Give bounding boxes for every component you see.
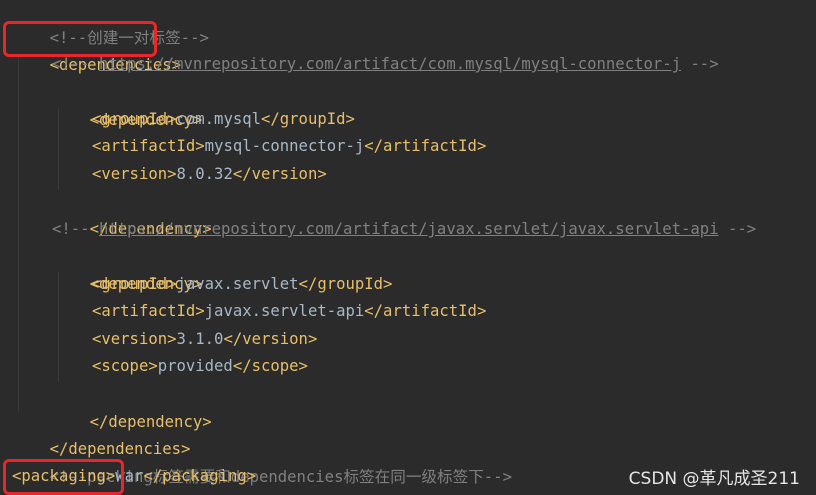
highlight-box-packaging — [3, 459, 124, 495]
xml-value: mysql-connector-j — [204, 137, 365, 155]
xml-tag-open: <groupId> — [92, 275, 177, 293]
xml-tag-close: </version> — [232, 165, 327, 183]
code-line-7: <version>8.0.32</version> — [92, 161, 327, 189]
xml-comment-suffix: --> — [718, 220, 757, 238]
highlight-box-dependencies — [3, 21, 157, 57]
xml-tag-close: </artifactId> — [364, 302, 487, 320]
code-line-16: </dependencies> — [12, 408, 191, 458]
url-link[interactable]: https://mvnrepository.com/artifact/javax… — [99, 220, 719, 238]
code-line-4: <dependency> — [52, 79, 203, 129]
watermark: CSDN @革凡成圣211 — [628, 469, 800, 489]
xml-tag-open: <artifactId> — [92, 137, 205, 155]
xml-tag-open: <artifactId> — [92, 302, 205, 320]
xml-tag-close: </scope> — [232, 357, 308, 375]
code-line-15: </dependency> — [52, 381, 212, 431]
code-line-12: <artifactId>javax.servlet-api</artifactI… — [92, 298, 486, 326]
code-line-8: </dependency> — [52, 188, 212, 238]
xml-value: javax.servlet — [176, 275, 299, 293]
code-line-11: <groupId>javax.servlet</groupId> — [92, 271, 392, 299]
xml-tag-close: </packaging> — [143, 467, 257, 485]
code-line-9: <!-- https://mvnrepository.com/artifact/… — [52, 216, 756, 244]
xml-comment-prefix: <!-- — [52, 55, 99, 73]
url-link[interactable]: https://mvnrepository.com/artifact/com.m… — [99, 55, 681, 73]
xml-tag-close: </groupId> — [298, 275, 393, 293]
xml-value: javax.servlet-api — [204, 302, 365, 320]
code-line-6: <artifactId>mysql-connector-j</artifactI… — [92, 133, 486, 161]
xml-tag-open: <scope> — [92, 357, 158, 375]
code-line-10: <dependency> — [52, 243, 203, 293]
indent-guide — [18, 54, 19, 412]
xml-value: 3.1.0 — [176, 330, 224, 348]
xml-tag-open: <groupId> — [92, 110, 177, 128]
xml-value: com.mysql — [176, 110, 262, 128]
code-line-14: <scope>provided</scope> — [92, 353, 308, 381]
xml-comment-suffix: --> — [681, 55, 719, 73]
xml-value: 8.0.32 — [176, 165, 233, 183]
xml-tag-close: </groupId> — [261, 110, 355, 128]
xml-tag-close: </artifactId> — [364, 137, 487, 155]
code-editor[interactable]: <!--创建一对标签--> <dependencies> <!-- https:… — [0, 0, 816, 495]
xml-tag-open: <version> — [92, 165, 177, 183]
xml-tag-open: <version> — [92, 330, 177, 348]
xml-value: provided — [157, 357, 233, 375]
code-line-13: <version>3.1.0</version> — [92, 326, 317, 354]
xml-comment-prefix: <!-- — [52, 220, 99, 238]
xml-tag-close: </version> — [223, 330, 318, 348]
code-line-5: <groupId>com.mysql</groupId> — [92, 106, 355, 134]
